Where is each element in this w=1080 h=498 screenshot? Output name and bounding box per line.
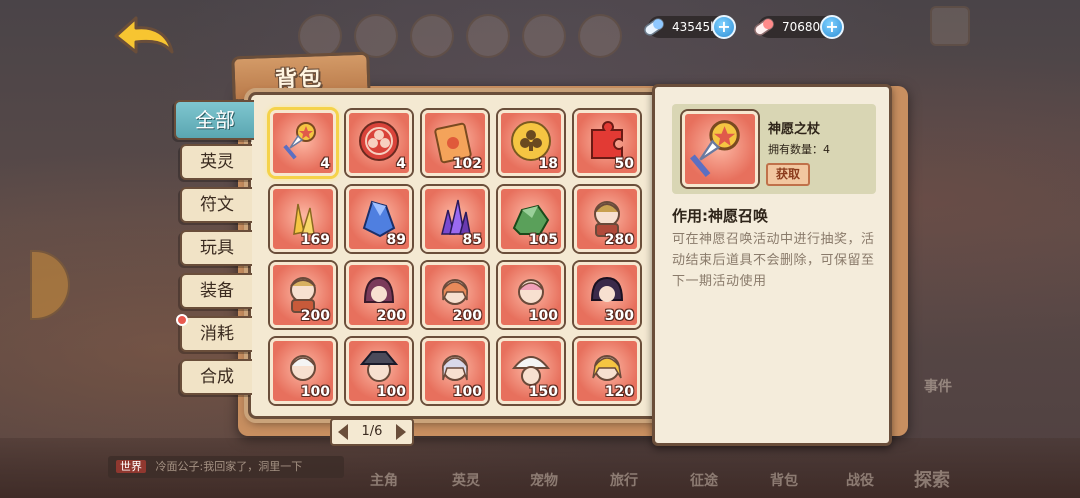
next-page-button[interactable]	[396, 424, 406, 440]
nav-label: 战役	[846, 473, 874, 489]
menu-icon	[298, 14, 342, 58]
inventory-slot[interactable]: 100	[270, 338, 336, 404]
currency-capsule-red: 70680 +	[754, 15, 844, 39]
item-owned-count: 拥有数量：4	[768, 143, 830, 156]
inventory-slot[interactable]: 300	[574, 262, 640, 328]
add-currency-button[interactable]: +	[712, 15, 736, 39]
item-count: 300	[604, 308, 634, 324]
page-indicator: 1/6	[361, 424, 383, 439]
nav-label: 旅行	[610, 473, 638, 489]
inventory-slot[interactable]: 18	[498, 110, 564, 176]
back-arrow-icon	[114, 16, 174, 54]
notification-badge	[176, 314, 188, 326]
nav-label: 探索	[914, 470, 950, 491]
inventory-slot[interactable]: 4	[270, 110, 336, 176]
item-count: 200	[300, 308, 330, 324]
inventory-slot[interactable]: 200	[270, 262, 336, 328]
item-count: 4	[396, 156, 406, 172]
item-name: 神愿之杖	[768, 122, 821, 137]
menu-icon	[410, 14, 454, 58]
tab-heroes[interactable]: 英灵	[180, 144, 252, 180]
inventory-slot[interactable]: 85	[422, 186, 488, 252]
currency-amount: 43545k	[672, 20, 718, 34]
item-count: 85	[462, 232, 482, 248]
nav-label: 征途	[690, 473, 718, 489]
inventory-slot[interactable]: 150	[498, 338, 564, 404]
tab-synthesis[interactable]: 合成	[180, 359, 252, 395]
news-text: 冷面公子:我回家了，洞里一下	[155, 460, 303, 473]
menu-icon	[466, 14, 510, 58]
inventory-slot[interactable]: 120	[574, 338, 640, 404]
item-count: 100	[300, 384, 330, 400]
nav-label: 背包	[770, 473, 798, 489]
tab-runes[interactable]: 符文	[180, 187, 252, 223]
news-tag: 世界	[116, 460, 146, 473]
inventory-slot[interactable]: 200	[346, 262, 412, 328]
prev-page-button[interactable]	[338, 424, 348, 440]
wish-staff-icon	[690, 120, 740, 178]
item-count: 4	[320, 156, 330, 172]
item-count: 50	[614, 156, 634, 172]
detail-item-slot	[682, 111, 758, 187]
item-count: 280	[604, 232, 634, 248]
obtain-button[interactable]: 获取	[766, 163, 810, 186]
nav-label: 主角	[370, 473, 398, 489]
inventory-slot[interactable]: 102	[422, 110, 488, 176]
inventory-slot[interactable]: 100	[346, 338, 412, 404]
item-count: 18	[538, 156, 558, 172]
inventory-slot[interactable]: 89	[346, 186, 412, 252]
item-count: 89	[386, 232, 406, 248]
pink-capsule-icon	[644, 18, 664, 36]
item-count: 105	[528, 232, 558, 248]
nav-label: 英灵	[452, 473, 480, 489]
tab-consumables-label: 消耗	[200, 324, 234, 344]
item-count: 120	[604, 384, 634, 400]
item-count: 200	[376, 308, 406, 324]
item-description: 可在神愿召唤活动中进行抽奖，活动结束后道具不会删除，可保留至下一期活动使用	[672, 232, 875, 289]
item-count: 100	[376, 384, 406, 400]
add-currency-button[interactable]: +	[820, 15, 844, 39]
news-icon	[930, 6, 970, 46]
event-label: 事件	[924, 379, 952, 395]
menu-icon	[578, 14, 622, 58]
item-count: 100	[528, 308, 558, 324]
tab-all[interactable]: 全部	[174, 100, 254, 140]
inventory-slot[interactable]: 200	[422, 262, 488, 328]
item-count: 200	[452, 308, 482, 324]
item-count: 169	[300, 232, 330, 248]
menu-icon	[522, 14, 566, 58]
item-count: 102	[452, 156, 482, 172]
tab-equipment[interactable]: 装备	[180, 273, 252, 309]
item-count: 150	[528, 384, 558, 400]
currency-amount: 70680	[782, 20, 821, 34]
inventory-slot[interactable]: 50	[574, 110, 640, 176]
inventory-slot[interactable]: 105	[498, 186, 564, 252]
inventory-slot[interactable]: 169	[270, 186, 336, 252]
red-capsule-icon	[754, 18, 774, 36]
tab-consumables[interactable]: 消耗	[176, 314, 252, 352]
currency-capsule-blue: 43545k +	[644, 15, 736, 39]
inventory-slot[interactable]: 100	[498, 262, 564, 328]
inventory-slot[interactable]: 4	[346, 110, 412, 176]
panel-title: 背包	[274, 66, 324, 93]
chat-news-bar: 世界 冷面公子:我回家了，洞里一下	[108, 456, 344, 478]
nav-label: 宠物	[530, 473, 558, 489]
item-count: 100	[452, 384, 482, 400]
inventory-slot[interactable]: 280	[574, 186, 640, 252]
back-button[interactable]	[110, 12, 180, 60]
inventory-grid: 4 4 102 18 50 169 89 85 105 280 200 200 …	[270, 110, 640, 404]
item-effect: 作用:神愿召唤	[672, 207, 768, 225]
tab-toys[interactable]: 玩具	[180, 230, 252, 266]
inventory-slot[interactable]: 100	[422, 338, 488, 404]
pagination: 1/6	[330, 418, 414, 446]
